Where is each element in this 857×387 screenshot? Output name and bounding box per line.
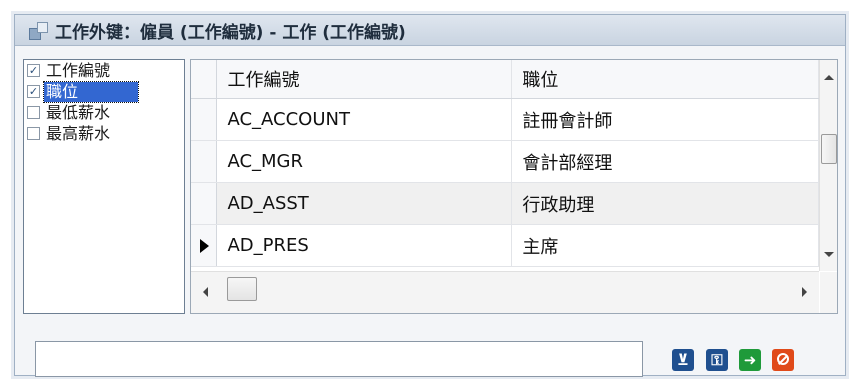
column-header-job-id[interactable]: 工作編號: [217, 60, 513, 98]
row-header[interactable]: [191, 183, 218, 224]
field-item-title[interactable]: ✓ 職位: [24, 80, 184, 103]
cell-job-id[interactable]: AD_PRES: [217, 225, 513, 266]
scroll-left-icon[interactable]: [203, 287, 208, 297]
cell-title[interactable]: 主席: [512, 225, 819, 266]
scroll-up-icon[interactable]: [824, 75, 834, 80]
arrow-right-icon: ➜: [743, 351, 757, 369]
horizontal-scroll-thumb[interactable]: [227, 277, 257, 301]
cancel-button[interactable]: [772, 349, 794, 371]
data-grid[interactable]: 工作編號 職位 AC_ACCOUNT 註冊會計師 AC_MGR 會計部經理 AD…: [190, 59, 838, 314]
scroll-down-icon[interactable]: [824, 252, 834, 257]
filter-button[interactable]: ⊻: [672, 349, 694, 371]
row-header[interactable]: [191, 99, 218, 140]
checkbox[interactable]: [27, 127, 40, 140]
scroll-right-icon[interactable]: [802, 287, 807, 297]
field-list: ✓ 工作編號 ✓ 職位 最低薪水 最高薪水: [23, 59, 185, 314]
cell-job-id[interactable]: AD_ASST: [217, 183, 513, 224]
foreign-key-dialog: 工作外键：僱員 (工作編號) - 工作 (工作編號) ✓ 工作編號 ✓ 職位 最…: [14, 14, 846, 377]
row-header-corner: [191, 60, 218, 98]
window-title: 工作外键：僱員 (工作編號) - 工作 (工作編號): [55, 22, 406, 43]
key-button[interactable]: ⚿: [706, 349, 728, 371]
field-label: 最高薪水: [46, 123, 111, 143]
cell-title[interactable]: 註冊會計師: [512, 99, 819, 140]
vertical-scroll-thumb[interactable]: [821, 134, 837, 164]
field-label: 最低薪水: [46, 102, 111, 122]
title-bar: 工作外键：僱員 (工作編號) - 工作 (工作編號): [15, 15, 845, 46]
key-icon: ⚿: [711, 351, 723, 369]
column-header-title[interactable]: 職位: [512, 60, 819, 98]
checkbox[interactable]: ✓: [27, 85, 40, 98]
row-header[interactable]: [191, 225, 218, 266]
current-row-pointer-icon: [200, 239, 209, 253]
scrollbar-corner: [820, 272, 837, 313]
checkbox[interactable]: [27, 106, 40, 119]
field-item-min-salary[interactable]: 最低薪水: [24, 102, 184, 123]
row-header[interactable]: [191, 141, 218, 182]
field-item-max-salary[interactable]: 最高薪水: [24, 123, 184, 144]
go-button[interactable]: ➜: [739, 349, 761, 371]
table-row[interactable]: AD_ASST 行政助理: [191, 183, 819, 225]
cell-title[interactable]: 行政助理: [512, 183, 819, 224]
foreign-key-icon: [29, 20, 49, 40]
cell-job-id[interactable]: AC_MGR: [217, 141, 513, 182]
field-label: 職位: [42, 80, 140, 103]
field-label: 工作編號: [46, 60, 111, 80]
field-item-job-id[interactable]: ✓ 工作編號: [24, 60, 184, 81]
cancel-icon: [777, 353, 789, 365]
checkbox[interactable]: ✓: [27, 64, 40, 77]
cell-title[interactable]: 會計部經理: [512, 141, 819, 182]
filter-input[interactable]: [35, 341, 643, 377]
horizontal-scrollbar[interactable]: [191, 271, 819, 313]
filter-icon: ⊻: [676, 351, 690, 369]
cell-job-id[interactable]: AC_ACCOUNT: [217, 99, 513, 140]
vertical-scrollbar[interactable]: [819, 60, 837, 271]
table-row[interactable]: AD_PRES 主席: [191, 225, 819, 267]
table-row[interactable]: AC_ACCOUNT 註冊會計師: [191, 99, 819, 141]
table-row[interactable]: AC_MGR 會計部經理: [191, 141, 819, 183]
grid-header-row: 工作編號 職位: [191, 60, 819, 99]
